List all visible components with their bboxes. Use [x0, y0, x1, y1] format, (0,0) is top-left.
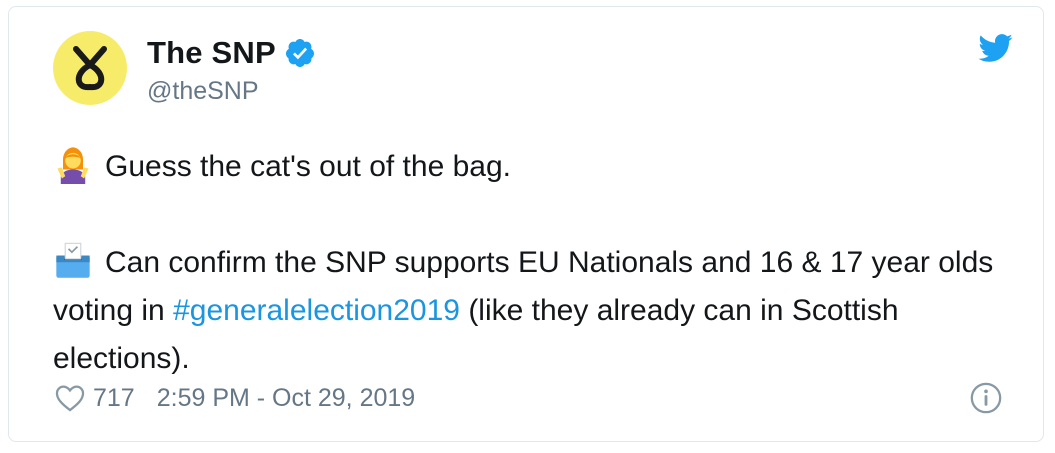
tweet-card: The SNP @theSNP Guess the cat's out of t… — [8, 6, 1044, 442]
tweet-timestamp[interactable]: 2:59 PM - Oct 29, 2019 — [157, 384, 415, 413]
author-block: The SNP @theSNP — [147, 33, 316, 106]
ballot-box-emoji — [56, 242, 90, 278]
heart-icon — [55, 385, 85, 412]
tweet-paragraph-1: Guess the cat's out of the bag. — [53, 143, 1013, 191]
author-name-row: The SNP — [147, 33, 316, 73]
tweet-footer: 717 2:59 PM - Oct 29, 2019 — [53, 381, 415, 415]
twitter-bird-icon[interactable] — [977, 33, 1013, 63]
like-count: 717 — [93, 383, 135, 412]
like-button[interactable]: 717 — [53, 381, 135, 415]
snp-logo-icon — [73, 46, 107, 91]
author-name[interactable]: The SNP — [147, 35, 276, 71]
tweet-paragraph-2: Can confirm the SNP supports EU National… — [53, 239, 1013, 383]
verified-badge-icon — [284, 37, 316, 69]
info-icon[interactable] — [969, 381, 1003, 415]
person-gesturing-ok-emoji — [57, 147, 89, 184]
hashtag-link[interactable]: #generalelection2019 — [173, 294, 460, 327]
author-handle[interactable]: @theSNP — [147, 77, 316, 106]
tweet-paragraph-1-text: Guess the cat's out of the bag. — [105, 150, 511, 183]
avatar[interactable] — [53, 31, 127, 105]
tweet-body: Guess the cat's out of the bag. Can conf… — [53, 143, 1013, 383]
